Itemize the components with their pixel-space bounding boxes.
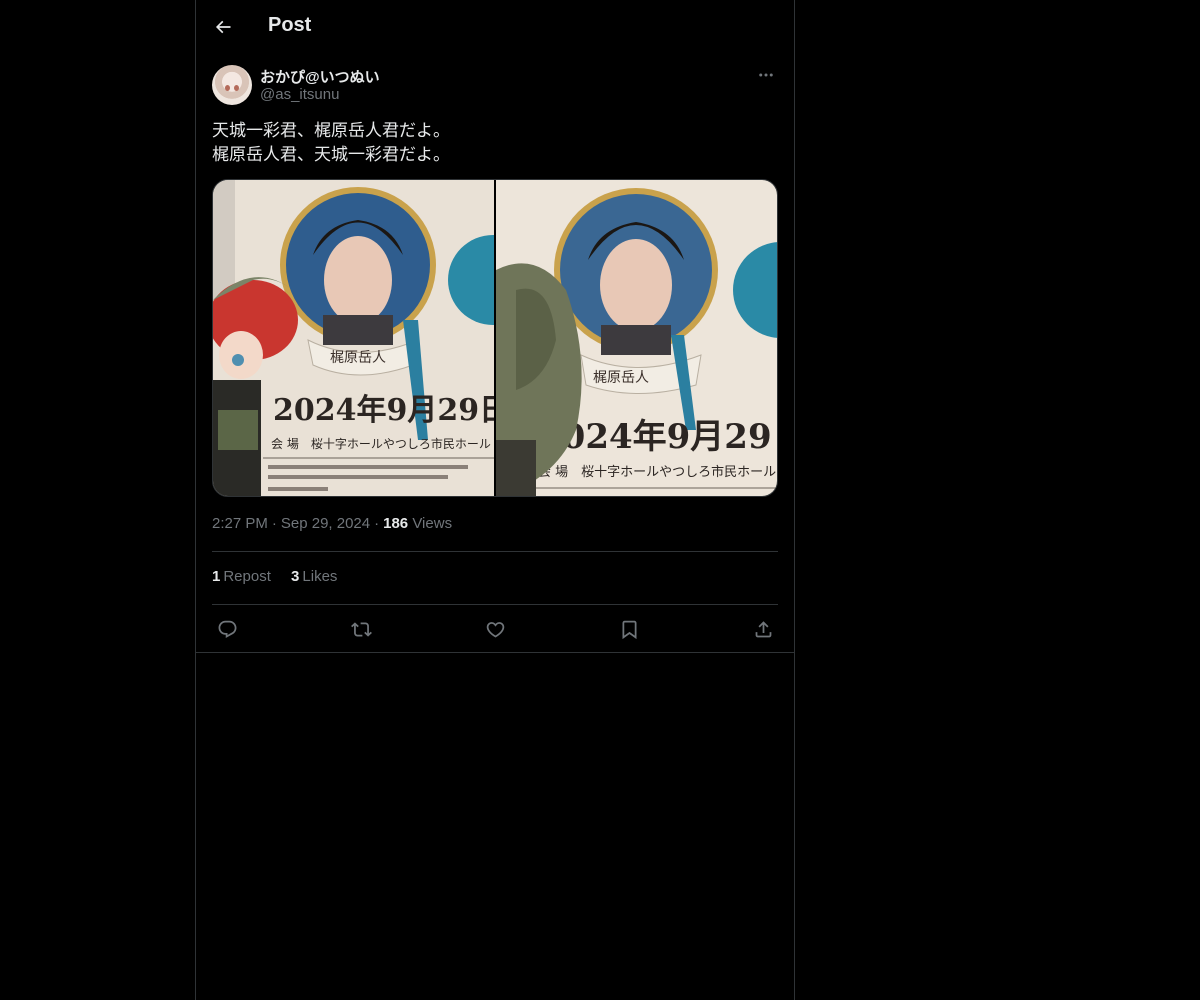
post-text-line: 天城一彩君、梶原岳人君だよ。 <box>212 121 450 140</box>
name-ribbon: 梶原岳人 <box>593 370 649 386</box>
like-button[interactable] <box>480 614 510 644</box>
separator-dot: · <box>374 515 380 532</box>
post-time[interactable]: 2:27 PM <box>212 515 268 532</box>
divider <box>212 604 778 605</box>
event-date: 2024年9月29日 <box>273 393 494 428</box>
views-count: 186 <box>383 515 409 532</box>
arrow-left-icon <box>215 20 231 34</box>
reposts-count: 1 <box>212 568 221 585</box>
event-venue: 会 場 桜十字ホールやつしろ市民ホール <box>271 436 491 451</box>
repost-icon <box>350 621 372 637</box>
post-actions <box>212 614 778 644</box>
heart-icon <box>486 621 504 638</box>
author-display-name[interactable]: おかぴ@いつぬい <box>260 66 380 87</box>
reply-button[interactable] <box>212 614 242 644</box>
author-handle[interactable]: @as_itsunu <box>260 86 339 103</box>
repost-button[interactable] <box>346 614 376 644</box>
views-label: Views <box>412 515 453 532</box>
reply-icon <box>218 620 236 638</box>
separator-dot: · <box>271 515 277 532</box>
top-bar: Post <box>196 0 794 53</box>
post-photo-1[interactable]: 梶原岳人 2024年9月29日 会 場 桜十字ホールやつしろ市民ホール <box>213 180 494 496</box>
likes-count: 3 <box>291 568 300 585</box>
share-button[interactable] <box>748 614 778 644</box>
post-text: 天城一彩君、梶原岳人君だよ。 梶原岳人君、天城一彩君だよ。 <box>212 119 778 167</box>
divider <box>196 652 794 653</box>
bookmark-button[interactable] <box>614 614 644 644</box>
divider <box>212 551 778 552</box>
likes-label: Likes <box>302 568 338 585</box>
photo-illustration: 梶原岳人 2024年9月29日 会 場 桜十字ホールやつしろ市民ホール <box>496 180 777 496</box>
bookmark-icon <box>622 620 636 639</box>
reposts-label: Repost <box>223 568 271 585</box>
more-button[interactable] <box>754 64 778 86</box>
post-text-line: 梶原岳人君、天城一彩君だよ。 <box>212 145 450 164</box>
event-venue: 会 場 桜十字ホールやつしろ市民ホール <box>538 464 776 480</box>
post-media: 梶原岳人 2024年9月29日 会 場 桜十字ホールやつしろ市民ホール 梶原岳人… <box>212 179 778 497</box>
likes-stat[interactable]: 3 Likes <box>291 568 337 585</box>
share-icon <box>755 620 771 637</box>
photo-illustration: 梶原岳人 2024年9月29日 会 場 桜十字ホールやつしろ市民ホール <box>213 180 494 496</box>
name-ribbon: 梶原岳人 <box>330 350 386 366</box>
post-date[interactable]: Sep 29, 2024 <box>281 515 370 532</box>
back-button[interactable] <box>206 10 240 44</box>
more-horizontal-icon <box>759 73 773 77</box>
page-title: Post <box>268 14 312 36</box>
post-photo-2[interactable]: 梶原岳人 2024年9月29日 会 場 桜十字ホールやつしろ市民ホール <box>496 180 777 496</box>
primary-column: Post おかぴ@いつぬい @as_itsunu 天城一彩君、梶原岳人君だよ。 … <box>195 0 795 1000</box>
post-meta: 2:27 PM · Sep 29, 2024 · 186 Views <box>212 515 452 532</box>
post-author: おかぴ@いつぬい @as_itsunu <box>212 64 778 108</box>
reposts-stat[interactable]: 1 Repost <box>212 568 271 585</box>
avatar[interactable] <box>212 65 252 105</box>
post-stats: 1 Repost 3 Likes <box>212 568 353 585</box>
